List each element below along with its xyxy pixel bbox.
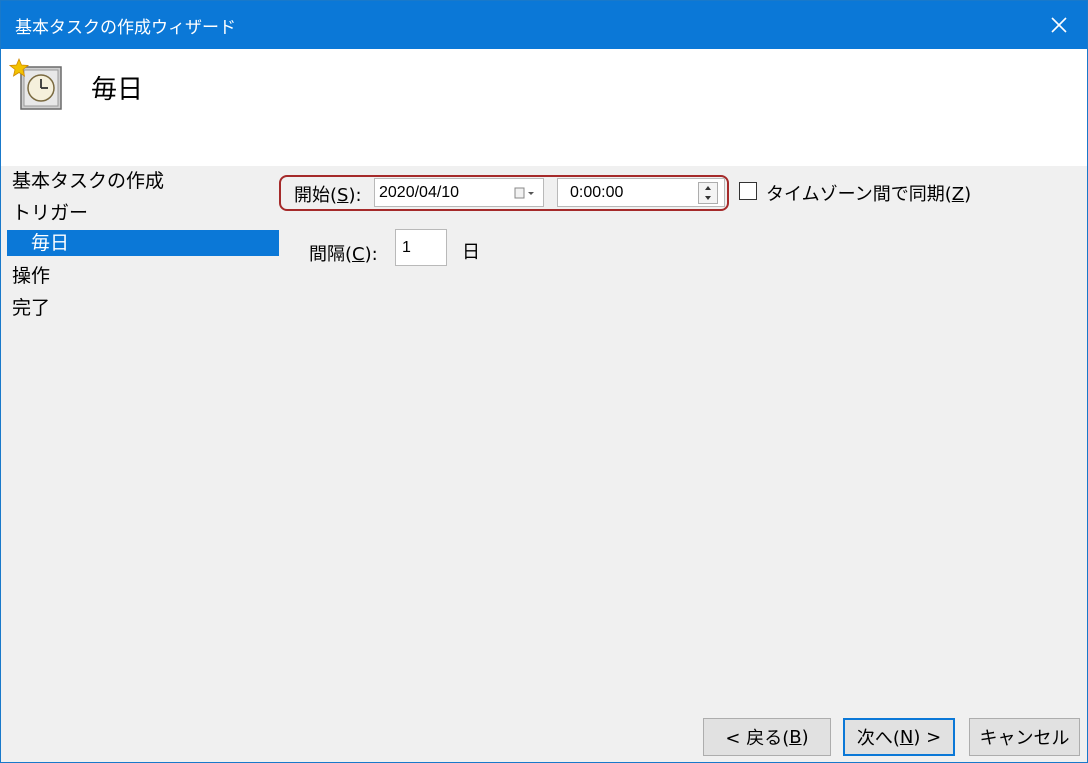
chevron-down-icon <box>705 196 711 200</box>
close-icon <box>1051 17 1067 33</box>
wizard-header: 毎日 <box>1 49 1087 166</box>
sync-timezone-label[interactable]: タイムゾーン間で同期(Z) <box>766 180 971 206</box>
wizard-window: 基本タスクの作成ウィザード 毎日 基本タスクの作成 トリガー 毎日 操作 完了 … <box>0 0 1088 763</box>
cancel-button[interactable]: キャンセル <box>969 718 1080 756</box>
step-finish[interactable]: 完了 <box>7 294 279 326</box>
start-date-value: 2020/04/10 <box>379 184 460 201</box>
page-title: 毎日 <box>91 75 144 105</box>
spin-down-button[interactable] <box>699 193 717 203</box>
start-time-picker[interactable]: 0:00:00 <box>557 178 725 207</box>
close-button[interactable] <box>1031 1 1087 49</box>
step-label: 毎日 <box>31 232 70 254</box>
start-date-picker[interactable]: 2020/04/10 <box>374 178 544 207</box>
wizard-step-list: 基本タスクの作成 トリガー 毎日 操作 完了 <box>7 167 279 326</box>
start-label: 開始(S): <box>294 185 362 206</box>
title-bar[interactable]: 基本タスクの作成ウィザード <box>1 1 1087 49</box>
interval-input[interactable]: 1 <box>395 229 447 266</box>
next-button[interactable]: 次へ(N) > <box>843 718 955 756</box>
step-label: トリガー <box>12 202 89 224</box>
clock-task-icon <box>9 57 62 110</box>
trigger-settings: 開始(S): 2020/04/10 0:00:00 タイムゾーン間で同期(Z) … <box>279 167 1087 707</box>
calendar-dropdown-icon[interactable] <box>513 185 537 201</box>
chevron-up-icon <box>705 186 711 190</box>
spin-up-button[interactable] <box>699 183 717 193</box>
interval-value: 1 <box>402 239 411 256</box>
step-create-basic-task[interactable]: 基本タスクの作成 <box>7 167 279 199</box>
step-label: 基本タスクの作成 <box>12 170 165 192</box>
sync-timezone-checkbox[interactable] <box>739 182 757 200</box>
step-label: 操作 <box>12 265 51 287</box>
step-daily[interactable]: 毎日 <box>7 230 279 256</box>
step-label: 完了 <box>12 297 51 319</box>
interval-unit: 日 <box>462 242 480 263</box>
back-button[interactable]: < 戻る(B) <box>703 718 831 756</box>
window-title: 基本タスクの作成ウィザード <box>15 18 236 38</box>
step-action[interactable]: 操作 <box>7 262 279 294</box>
step-trigger[interactable]: トリガー <box>7 199 279 231</box>
interval-label: 間隔(C): <box>309 244 378 265</box>
time-spinner[interactable] <box>698 182 718 204</box>
start-time-value: 0:00:00 <box>570 184 624 201</box>
